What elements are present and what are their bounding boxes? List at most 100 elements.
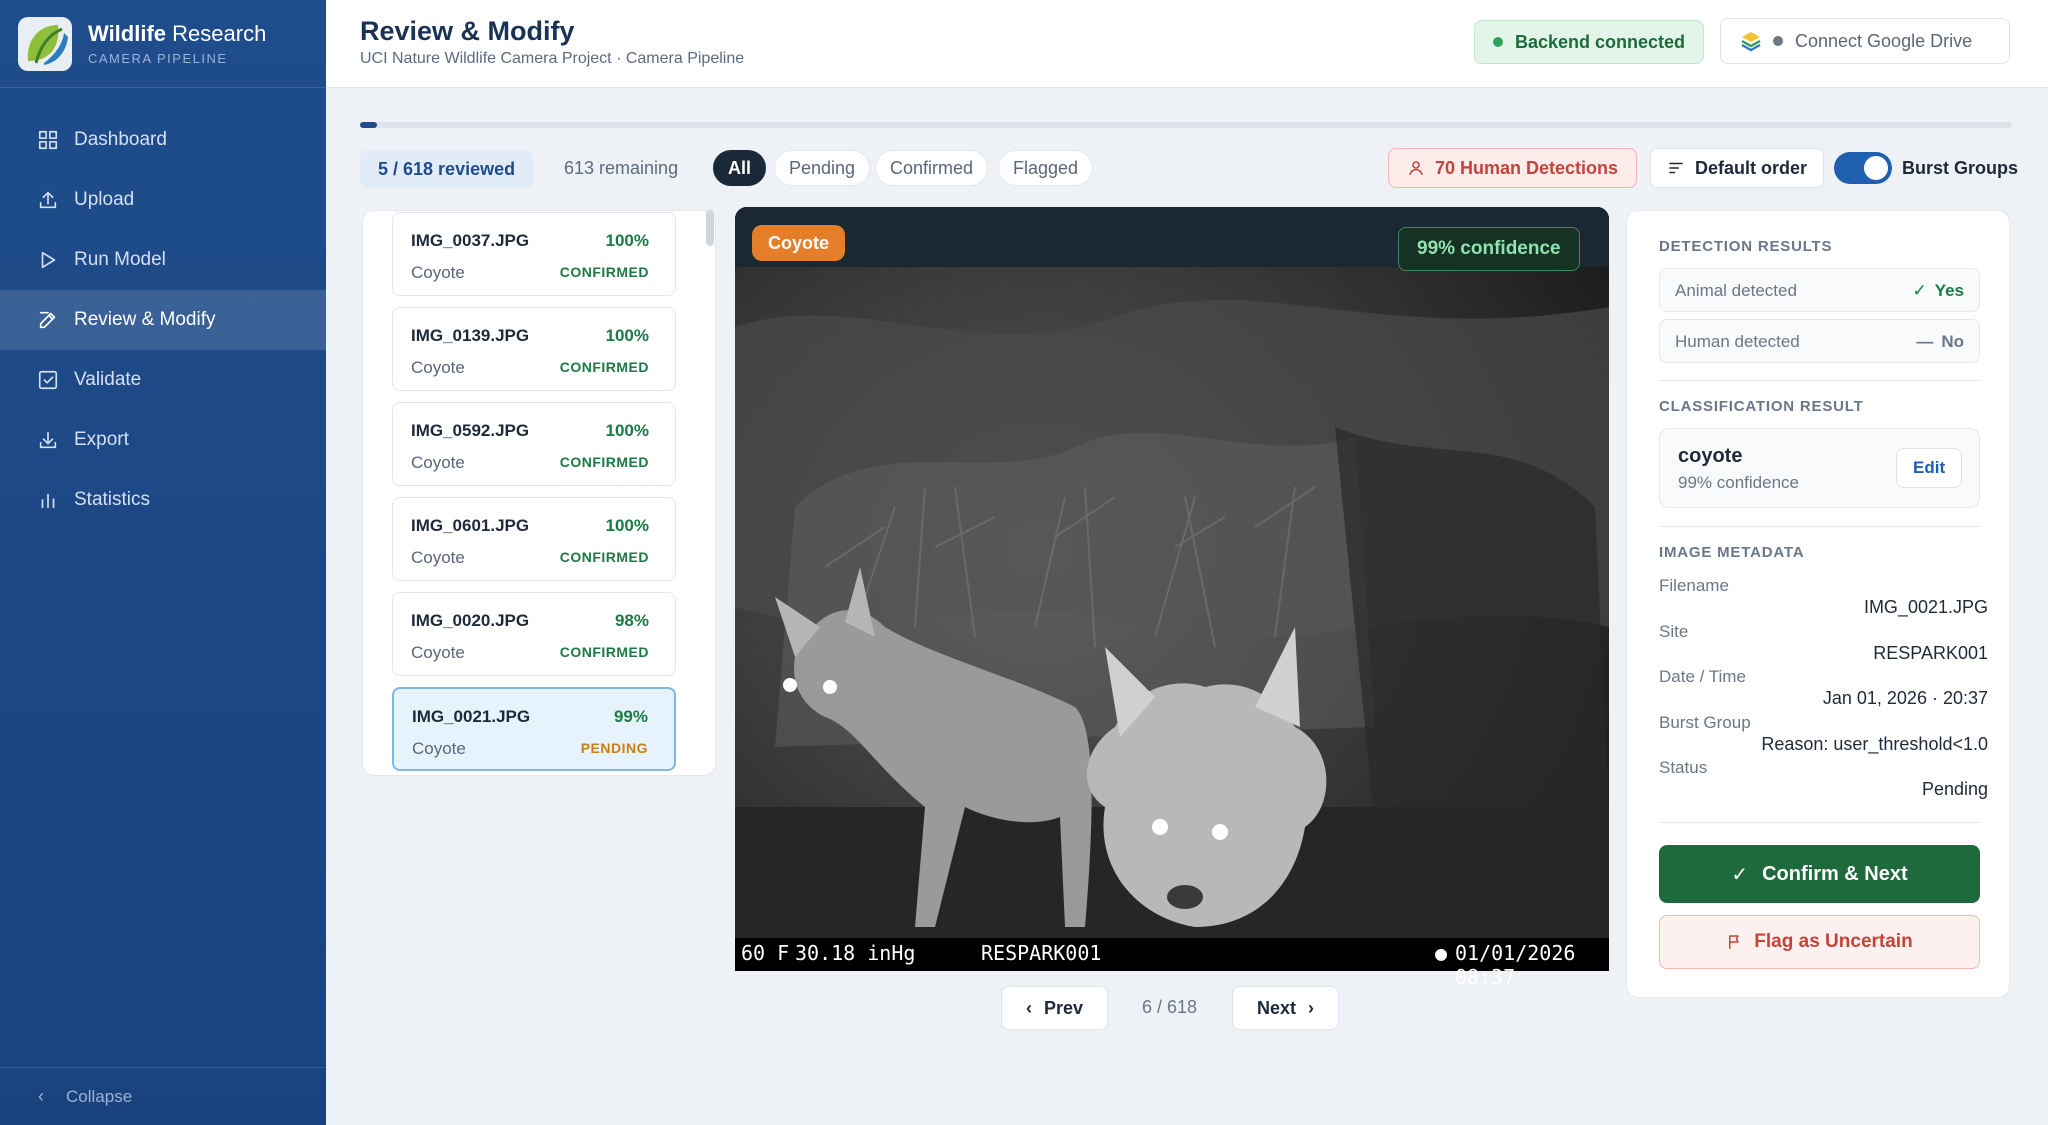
image-status-badge: CONFIRMED: [559, 644, 649, 660]
image-list-item[interactable]: IMG_0037.JPG 100% Coyote CONFIRMED: [392, 212, 676, 296]
divider: [1659, 526, 1980, 527]
brand-title: Wildlife Research: [88, 21, 267, 46]
flag-icon: [1729, 935, 1740, 949]
status-dot-icon: [1773, 36, 1783, 46]
classification-name: coyote: [1678, 445, 1743, 467]
check-circle-icon: ✓: [1912, 281, 1927, 300]
species-tag: Coyote: [752, 225, 846, 261]
image-species: Coyote: [411, 453, 465, 472]
camera-trap-photo: [735, 207, 1609, 971]
sidebar-item-dashboard[interactable]: Dashboard: [0, 110, 326, 170]
backend-status-label: Backend connected: [1515, 31, 1686, 52]
filter-confirmed[interactable]: Confirmed: [875, 150, 989, 186]
image-list-scrollbar[interactable]: [706, 210, 714, 246]
meta-filename-value: IMG_0021.JPG: [1863, 597, 1988, 617]
meta-burst-value: Reason: user_threshold<1.0: [1761, 734, 1988, 754]
sidebar-item-validate[interactable]: Validate: [0, 350, 326, 410]
image-filename: IMG_0601.JPG: [411, 516, 530, 535]
edit-classification-button[interactable]: Edit: [1896, 448, 1963, 488]
check-icon: ✓: [1731, 863, 1749, 886]
flag-uncertain-button[interactable]: Flag as Uncertain: [1659, 915, 1980, 969]
review-progress-bar: [360, 122, 2012, 128]
image-species: Coyote: [411, 263, 465, 282]
image-species: Coyote: [411, 358, 465, 377]
image-status-badge: CONFIRMED: [559, 549, 649, 565]
leaf-logo-icon: [18, 16, 72, 71]
image-species: Coyote: [411, 548, 465, 567]
image-filename: IMG_0592.JPG: [411, 421, 530, 440]
filter-pending[interactable]: Pending: [774, 150, 871, 186]
camera-info-overlay: 60 F 30.18 inHg RESPARK001 ● 01/01/2026 …: [735, 938, 1609, 989]
status-dot-icon: [1493, 37, 1503, 47]
image-confidence: 100%: [605, 231, 649, 250]
image-confidence: 100%: [605, 421, 649, 440]
divider: [1659, 380, 1980, 381]
sidebar-item-label: Run Model: [74, 249, 166, 270]
image-filename: IMG_0037.JPG: [411, 231, 530, 250]
collapse-button[interactable]: ‹ Collapse: [0, 1067, 326, 1125]
image-filename: IMG_0020.JPG: [411, 611, 530, 630]
sidebar-nav: Dashboard Upload Run Model Review & Modi…: [0, 110, 326, 530]
confirm-label: Confirm & Next: [1762, 862, 1908, 885]
sidebar-item-upload[interactable]: Upload: [0, 170, 326, 230]
page-position: 6 / 618: [1142, 997, 1198, 1017]
backend-status-badge: Backend connected: [1474, 20, 1705, 64]
header: Review & Modify UCI Nature Wildlife Came…: [326, 0, 2048, 88]
overlay-site: RESPARK001: [981, 941, 1102, 965]
filter-all[interactable]: All: [713, 150, 767, 186]
image-list-item[interactable]: IMG_0139.JPG 100% Coyote CONFIRMED: [392, 307, 676, 391]
image-species: Coyote: [412, 739, 466, 758]
collapse-label: Collapse: [66, 1086, 133, 1106]
meta-site-value: RESPARK001: [1873, 643, 1988, 663]
burst-groups-toggle[interactable]: [1834, 152, 1892, 184]
dash-icon: —: [1916, 332, 1934, 351]
person-icon: [1409, 161, 1423, 175]
human-detected-row: Human detected — No: [1659, 319, 1980, 363]
image-status-badge: CONFIRMED: [559, 264, 649, 280]
sort-order-button[interactable]: Default order: [1650, 148, 1825, 188]
animal-detected-row: Animal detected ✓ Yes: [1659, 268, 1980, 312]
layers-icon: [1741, 32, 1761, 52]
grid-icon: [36, 128, 60, 152]
human-detections-button[interactable]: 70 Human Detections: [1388, 148, 1638, 188]
prev-button[interactable]: ‹ Prev: [1001, 986, 1109, 1030]
next-button[interactable]: Next ›: [1232, 986, 1340, 1030]
moon-phase-icon: ●: [1435, 941, 1448, 965]
next-label: Next: [1257, 997, 1297, 1018]
drive-label: Connect Google Drive: [1795, 30, 1973, 51]
overlay-temp: 60 F: [741, 941, 790, 965]
chevron-left-icon: ‹: [38, 1086, 44, 1106]
image-list-item-selected[interactable]: IMG_0021.JPG 99% Coyote PENDING: [392, 687, 676, 771]
image-viewer[interactable]: [735, 207, 1609, 971]
image-status-badge: PENDING: [580, 740, 648, 756]
meta-burst-label: Burst Group: [1659, 713, 1751, 732]
toggle-knob: [1864, 156, 1888, 180]
meta-status-label: Status: [1659, 758, 1708, 777]
human-detections-label: 70 Human Detections: [1435, 157, 1619, 178]
reviewed-count-badge: 5 / 618 reviewed: [360, 150, 534, 188]
image-filename: IMG_0139.JPG: [411, 326, 530, 345]
image-list-item[interactable]: IMG_0020.JPG 98% Coyote CONFIRMED: [392, 592, 676, 676]
sidebar-item-label: Dashboard: [74, 129, 167, 150]
sidebar-item-export[interactable]: Export: [0, 410, 326, 470]
chevron-right-icon: ›: [1308, 997, 1315, 1018]
detection-results-heading: DETECTION RESULTS: [1659, 238, 1833, 255]
confirm-next-button[interactable]: ✓ Confirm & Next: [1659, 845, 1980, 903]
image-metadata-heading: IMAGE METADATA: [1659, 544, 1805, 561]
sidebar-item-run-model[interactable]: Run Model: [0, 230, 326, 290]
image-list-item[interactable]: IMG_0592.JPG 100% Coyote CONFIRMED: [392, 402, 676, 486]
image-list-item[interactable]: IMG_0601.JPG 100% Coyote CONFIRMED: [392, 497, 676, 581]
prev-label: Prev: [1044, 997, 1084, 1018]
sidebar-item-review-modify[interactable]: Review & Modify: [0, 290, 326, 350]
sidebar-item-label: Validate: [74, 369, 142, 390]
flag-label: Flag as Uncertain: [1754, 931, 1913, 952]
meta-status-value: Pending: [1921, 779, 1988, 799]
filter-flagged[interactable]: Flagged: [998, 150, 1094, 186]
sort-order-label: Default order: [1695, 157, 1808, 178]
meta-site-label: Site: [1659, 622, 1689, 641]
overlay-pressure: 30.18 inHg: [795, 941, 916, 965]
connect-google-drive-button[interactable]: Connect Google Drive: [1720, 18, 2010, 64]
sidebar-item-statistics[interactable]: Statistics: [0, 470, 326, 530]
confidence-tag: 99% confidence: [1398, 227, 1580, 271]
image-confidence: 100%: [605, 516, 649, 535]
